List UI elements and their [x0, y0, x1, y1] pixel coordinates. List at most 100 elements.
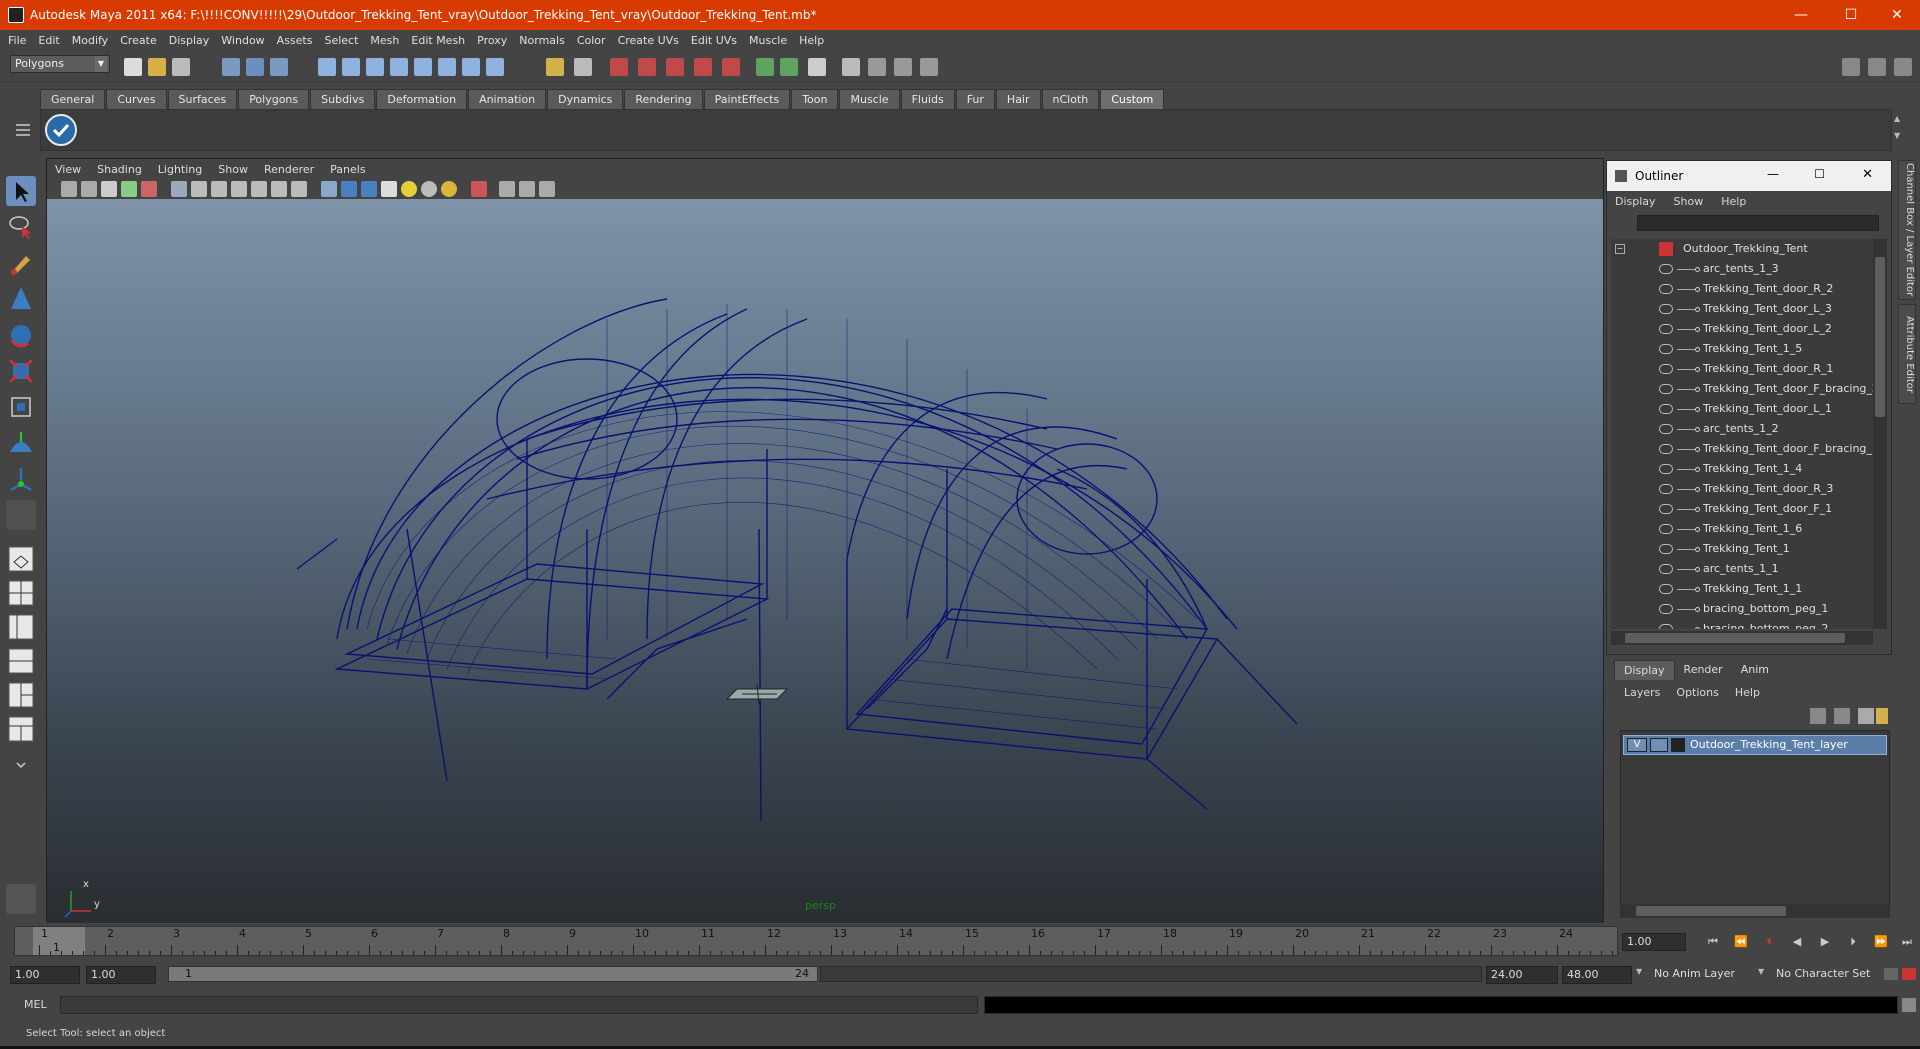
scrollbar-thumb[interactable] [1875, 257, 1885, 417]
outliner-item[interactable]: Trekking_Tent_1 [1611, 539, 1873, 559]
outliner-item[interactable]: Trekking_Tent_1_4 [1611, 459, 1873, 479]
shelf-tab-fluids[interactable]: Fluids [900, 89, 955, 109]
image-plane-icon[interactable] [121, 181, 137, 197]
outliner-root-item[interactable]: − Outdoor_Trekking_Tent [1611, 239, 1873, 259]
outliner-item[interactable]: bracing_bottom_peg_2 [1611, 619, 1873, 629]
gate-mask-icon[interactable] [231, 181, 247, 197]
animation-preferences-icon[interactable] [1902, 968, 1916, 980]
soft-mod-tool-icon[interactable] [6, 428, 36, 458]
start-range-field[interactable]: 1.00 [86, 966, 156, 984]
close-button[interactable]: ✕ [1874, 0, 1920, 30]
show-channel-box-icon[interactable] [1894, 58, 1912, 76]
time-slider[interactable]: 1 1 2 3 4 5 6 7 8 9 10 11 12 13 14 15 16 17 18 19 20 21 22 23 2… [14, 926, 1618, 956]
end-range-field[interactable]: 24.00 [1486, 966, 1558, 984]
layer-menu-options[interactable]: Options [1676, 686, 1718, 699]
viewport-menu-view[interactable]: View [55, 163, 81, 176]
layer-visibility-toggle[interactable]: V [1627, 738, 1647, 752]
isolate-select-icon[interactable] [471, 181, 487, 197]
outliner-horizontal-scrollbar[interactable] [1611, 631, 1873, 645]
outliner-item[interactable]: Trekking_Tent_door_L_2 [1611, 319, 1873, 339]
textured-icon[interactable] [381, 181, 397, 197]
render-settings-icon[interactable] [722, 58, 740, 76]
camera-icon[interactable] [61, 181, 77, 197]
two-d-pan-zoom-icon[interactable] [141, 181, 157, 197]
camera-attributes-icon[interactable] [81, 181, 97, 197]
show-attribute-editor-icon[interactable] [1842, 58, 1860, 76]
menu-edit[interactable]: Edit [38, 34, 59, 47]
menu-edit-uvs[interactable]: Edit UVs [691, 34, 737, 47]
shelf-tab-fur[interactable]: Fur [955, 89, 995, 109]
menu-color[interactable]: Color [577, 34, 606, 47]
film-gate-icon[interactable] [191, 181, 207, 197]
shelf-tab-custom[interactable]: Custom [1100, 89, 1165, 109]
layer-row[interactable]: V Outdoor_Trekking_Tent_layer [1623, 735, 1887, 755]
shadows-icon[interactable] [441, 181, 457, 197]
open-scene-icon[interactable] [148, 58, 166, 76]
outliner-item[interactable]: Trekking_Tent_door_L_3 [1611, 299, 1873, 319]
outliner-menu-help[interactable]: Help [1721, 195, 1746, 208]
smooth-shading-icon[interactable] [341, 181, 357, 197]
quick-help-icon[interactable] [6, 884, 36, 914]
menu-help[interactable]: Help [799, 34, 824, 47]
move-tool-icon[interactable] [6, 284, 36, 314]
ipr-render-icon[interactable] [694, 58, 712, 76]
layer-tab-display[interactable]: Display [1614, 660, 1675, 680]
snap-grid-icon[interactable] [318, 58, 336, 76]
viewport-menu-show[interactable]: Show [218, 163, 248, 176]
show-tool-settings-icon[interactable] [1868, 58, 1886, 76]
outliner-item[interactable]: Trekking_Tent_door_F_bracing_2 [1611, 379, 1873, 399]
outliner-item[interactable]: Trekking_Tent_door_F_bracing_1 [1611, 439, 1873, 459]
menu-create[interactable]: Create [120, 34, 157, 47]
step-back-frame-icon[interactable]: ⏴ [1760, 933, 1778, 951]
menu-normals[interactable]: Normals [519, 34, 565, 47]
menu-muscle[interactable]: Muscle [749, 34, 787, 47]
wireframe-on-shaded-icon[interactable] [361, 181, 377, 197]
script-editor-icon[interactable] [1902, 998, 1916, 1012]
viewport-menu-panels[interactable]: Panels [330, 163, 365, 176]
select-component-icon[interactable] [270, 58, 288, 76]
outliner-item[interactable]: Trekking_Tent_1_5 [1611, 339, 1873, 359]
layer-display-type-toggle[interactable] [1650, 738, 1668, 752]
outliner-item[interactable]: arc_tents_1_1 [1611, 559, 1873, 579]
shelf-scroll[interactable]: ▲ ▼ [1894, 114, 1908, 150]
shelf-tab-surfaces[interactable]: Surfaces [167, 89, 238, 109]
panel-layout-icon[interactable] [808, 58, 826, 76]
scale-tool-icon[interactable] [6, 356, 36, 386]
shelf-tab-subdivs[interactable]: Subdivs [310, 89, 376, 109]
safe-title-icon[interactable] [291, 181, 307, 197]
step-forward-frame-icon[interactable]: ⏵ [1844, 933, 1862, 951]
snap-view-icon[interactable] [438, 58, 456, 76]
viewport-menu-renderer[interactable]: Renderer [264, 163, 314, 176]
rotate-tool-icon[interactable] [6, 320, 36, 350]
outliner-menu-show[interactable]: Show [1674, 195, 1704, 208]
snap-help-icon[interactable] [486, 58, 504, 76]
channel-box-toggle-icon[interactable] [894, 58, 912, 76]
render-frame-icon[interactable] [666, 58, 684, 76]
shelf-tab-rendering[interactable]: Rendering [624, 89, 703, 109]
new-layer-icon[interactable] [1858, 708, 1874, 724]
construction-history-icon[interactable] [638, 58, 656, 76]
start-time-field[interactable]: 1.00 [10, 966, 80, 984]
use-default-light-icon[interactable] [401, 181, 417, 197]
shelf-tab-general[interactable]: General [40, 89, 106, 109]
shelf-tab-polygons[interactable]: Polygons [238, 89, 310, 109]
more-layouts-icon[interactable] [6, 756, 36, 774]
save-scene-icon[interactable] [172, 58, 190, 76]
tent-wireframe-model[interactable] [47, 199, 1605, 923]
paint-select-tool-icon[interactable] [6, 248, 36, 278]
outliner-item[interactable]: Trekking_Tent_door_R_3 [1611, 479, 1873, 499]
xray-joints-icon[interactable] [539, 181, 555, 197]
outliner-maximize-button[interactable]: ☐ [1814, 167, 1825, 181]
outliner-minimize-button[interactable]: — [1767, 167, 1779, 181]
character-set-dropdown[interactable]: No Character Set [1772, 966, 1882, 984]
wireframe-shading-icon[interactable] [321, 181, 337, 197]
rename-icon[interactable] [780, 58, 798, 76]
snap-point-icon[interactable] [366, 58, 384, 76]
outliner-item[interactable]: Trekking_Tent_door_F_1 [1611, 499, 1873, 519]
snap-plane-icon[interactable] [390, 58, 408, 76]
menu-proxy[interactable]: Proxy [477, 34, 507, 47]
scrollbar-thumb[interactable] [1636, 906, 1786, 916]
layer-menu-layers[interactable]: Layers [1624, 686, 1660, 699]
menu-mesh[interactable]: Mesh [370, 34, 399, 47]
grid-toggle-icon[interactable] [171, 181, 187, 197]
